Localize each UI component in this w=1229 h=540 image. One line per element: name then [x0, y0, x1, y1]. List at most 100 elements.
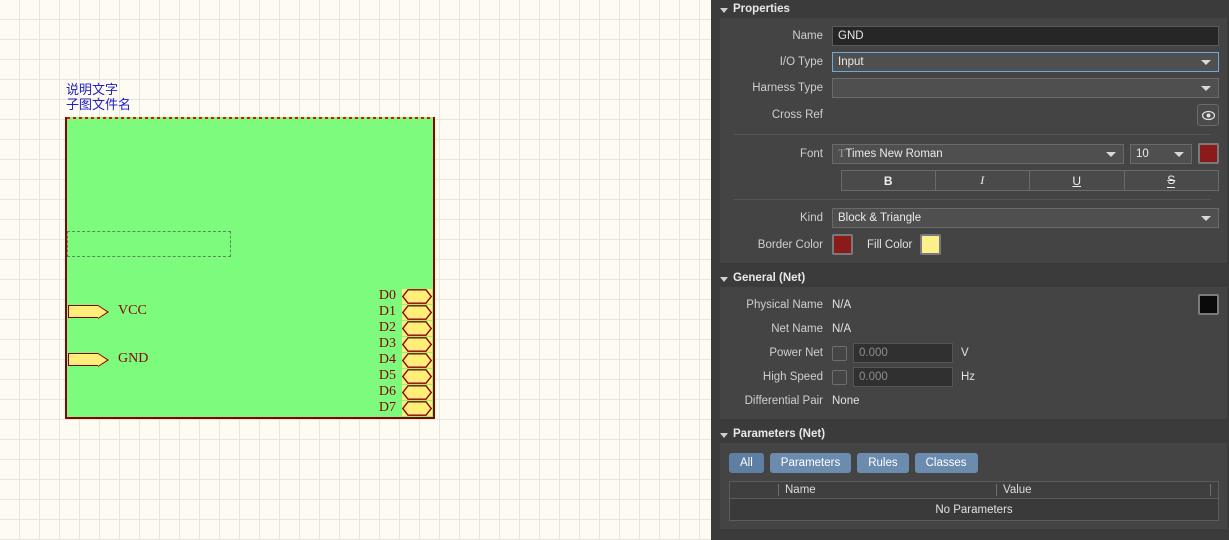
- column-header-name[interactable]: Name: [778, 484, 996, 496]
- port-hexagon-icon: [402, 288, 432, 304]
- harness-type-dropdown[interactable]: [832, 78, 1219, 98]
- net-color-swatch[interactable]: [1198, 294, 1219, 315]
- font-type-icon: T: [838, 146, 846, 160]
- tab-rules[interactable]: Rules: [857, 453, 909, 473]
- sheet-entry-d6[interactable]: D6: [379, 384, 432, 400]
- sheet-entry-d2[interactable]: D2: [379, 320, 432, 336]
- tab-all[interactable]: All: [729, 453, 764, 473]
- column-header-value[interactable]: Value: [996, 484, 1210, 496]
- port-hexagon-icon: [402, 352, 432, 368]
- selection-dashed-edge: [67, 117, 433, 119]
- properties-panel: Properties Name GND I/O Type Input Harne…: [711, 0, 1229, 540]
- port-label: VCC: [118, 303, 147, 318]
- gnd-selection-box: [67, 231, 231, 257]
- high-speed-unit: Hz: [961, 371, 976, 383]
- kind-dropdown[interactable]: Block & Triangle: [832, 208, 1219, 228]
- chevron-down-icon: [1201, 216, 1211, 221]
- font-style-buttons: B I U S: [841, 170, 1220, 191]
- port-hexagon-icon: [402, 384, 432, 400]
- row-power-net: Power Net 0.000 V: [720, 343, 1219, 363]
- font-family-dropdown[interactable]: T Times New Roman: [832, 143, 1124, 164]
- high-speed-checkbox[interactable]: [832, 369, 847, 385]
- sheet-entry-d1[interactable]: D1: [379, 304, 432, 320]
- schematic-canvas[interactable]: 说明文字 子图文件名 VCC GND D0 D1 D2 D3 D4 D5 D6 …: [0, 0, 711, 540]
- row-harness-type: Harness Type: [720, 78, 1219, 98]
- power-net-label: Power Net: [769, 347, 823, 359]
- port-label: D2: [378, 320, 396, 335]
- section-title: General (Net): [733, 272, 806, 284]
- section-title: Properties: [733, 3, 790, 15]
- port-label: D1: [378, 304, 396, 319]
- sheet-symbol-block[interactable]: VCC GND D0 D1 D2 D3 D4 D5 D6 D7: [65, 117, 435, 419]
- section-header-properties[interactable]: Properties: [711, 0, 1229, 18]
- high-speed-label: High Speed: [762, 371, 823, 383]
- sheet-entry-d3[interactable]: D3: [379, 336, 432, 352]
- port-label: D7: [378, 400, 396, 415]
- net-name-value: N/A: [832, 323, 852, 335]
- tab-parameters[interactable]: Parameters: [769, 453, 852, 473]
- collapse-triangle-icon: [720, 432, 728, 438]
- differential-pair-value: None: [832, 395, 860, 407]
- italic-label: I: [980, 173, 985, 187]
- eye-icon-button[interactable]: [1197, 104, 1219, 126]
- section-header-parameters-net[interactable]: Parameters (Net): [711, 425, 1229, 443]
- font-size-dropdown[interactable]: 10: [1130, 143, 1192, 164]
- port-arrow-icon: [68, 352, 109, 367]
- font-family-value: Times New Roman: [845, 147, 943, 160]
- border-color-swatch[interactable]: [832, 234, 853, 255]
- chevron-down-icon: [1201, 86, 1211, 91]
- border-color-label: Border Color: [757, 238, 823, 251]
- power-net-checkbox[interactable]: [832, 345, 847, 361]
- parameters-table: Name Value No Parameters: [729, 481, 1219, 521]
- sheet-entry-d0[interactable]: D0: [379, 288, 432, 304]
- collapse-triangle-icon: [720, 7, 728, 13]
- row-font: Font T Times New Roman 10: [720, 143, 1219, 164]
- harness-type-label: Harness Type: [752, 82, 823, 94]
- underline-button[interactable]: U: [1030, 170, 1125, 191]
- name-input[interactable]: GND: [832, 26, 1219, 46]
- column-end: [1210, 484, 1218, 496]
- parameters-net-section-body: All Parameters Rules Classes Name Value …: [720, 443, 1227, 529]
- properties-section-body: Name GND I/O Type Input Harness Type Cro…: [720, 18, 1227, 263]
- strikethrough-button[interactable]: S: [1124, 170, 1220, 191]
- bold-button[interactable]: B: [841, 170, 936, 191]
- kind-label: Kind: [799, 212, 823, 224]
- power-net-unit: V: [961, 347, 969, 359]
- collapse-triangle-icon: [720, 276, 728, 282]
- sheet-description-label[interactable]: 说明文字: [66, 82, 118, 97]
- high-speed-input[interactable]: 0.000: [853, 367, 953, 387]
- sheet-filename-label[interactable]: 子图文件名: [66, 97, 131, 112]
- tab-classes[interactable]: Classes: [914, 453, 978, 473]
- sheet-entry-d4[interactable]: D4: [379, 352, 432, 368]
- sheet-entry-d7[interactable]: D7: [379, 400, 432, 416]
- underline-label: U: [1072, 173, 1082, 188]
- parameters-tab-bar: All Parameters Rules Classes: [729, 453, 1223, 473]
- section-header-general-net[interactable]: General (Net): [711, 269, 1229, 287]
- row-high-speed: High Speed 0.000 Hz: [720, 367, 1219, 387]
- physical-name-value: N/A: [832, 298, 852, 311]
- bold-label: B: [883, 173, 893, 188]
- section-title: Parameters (Net): [733, 428, 826, 440]
- port-label: D4: [378, 352, 396, 367]
- italic-button[interactable]: I: [935, 170, 1031, 191]
- net-name-label: Net Name: [771, 323, 823, 335]
- strikethrough-label: S: [1167, 173, 1176, 188]
- fill-color-label: Fill Color: [867, 238, 913, 251]
- io-type-label: I/O Type: [779, 56, 823, 68]
- row-colors: Border Color Fill Color: [720, 234, 1219, 255]
- sheet-entry-d5[interactable]: D5: [379, 368, 432, 384]
- fill-color-swatch[interactable]: [920, 234, 942, 255]
- physical-name-label: Physical Name: [746, 298, 823, 311]
- sheet-entry-gnd[interactable]: GND: [68, 351, 148, 367]
- sheet-entry-vcc[interactable]: VCC: [68, 303, 147, 319]
- kind-value: Block & Triangle: [838, 212, 922, 224]
- port-hexagon-icon: [402, 320, 432, 336]
- port-label: GND: [118, 351, 149, 366]
- io-type-dropdown[interactable]: Input: [832, 52, 1219, 72]
- power-net-input[interactable]: 0.000: [853, 343, 953, 363]
- font-color-swatch[interactable]: [1198, 143, 1219, 164]
- table-empty-row: No Parameters: [729, 499, 1219, 521]
- row-physical-name: Physical Name N/A: [720, 294, 1219, 315]
- port-hexagon-icon: [402, 304, 432, 320]
- port-arrow-icon: [68, 304, 109, 319]
